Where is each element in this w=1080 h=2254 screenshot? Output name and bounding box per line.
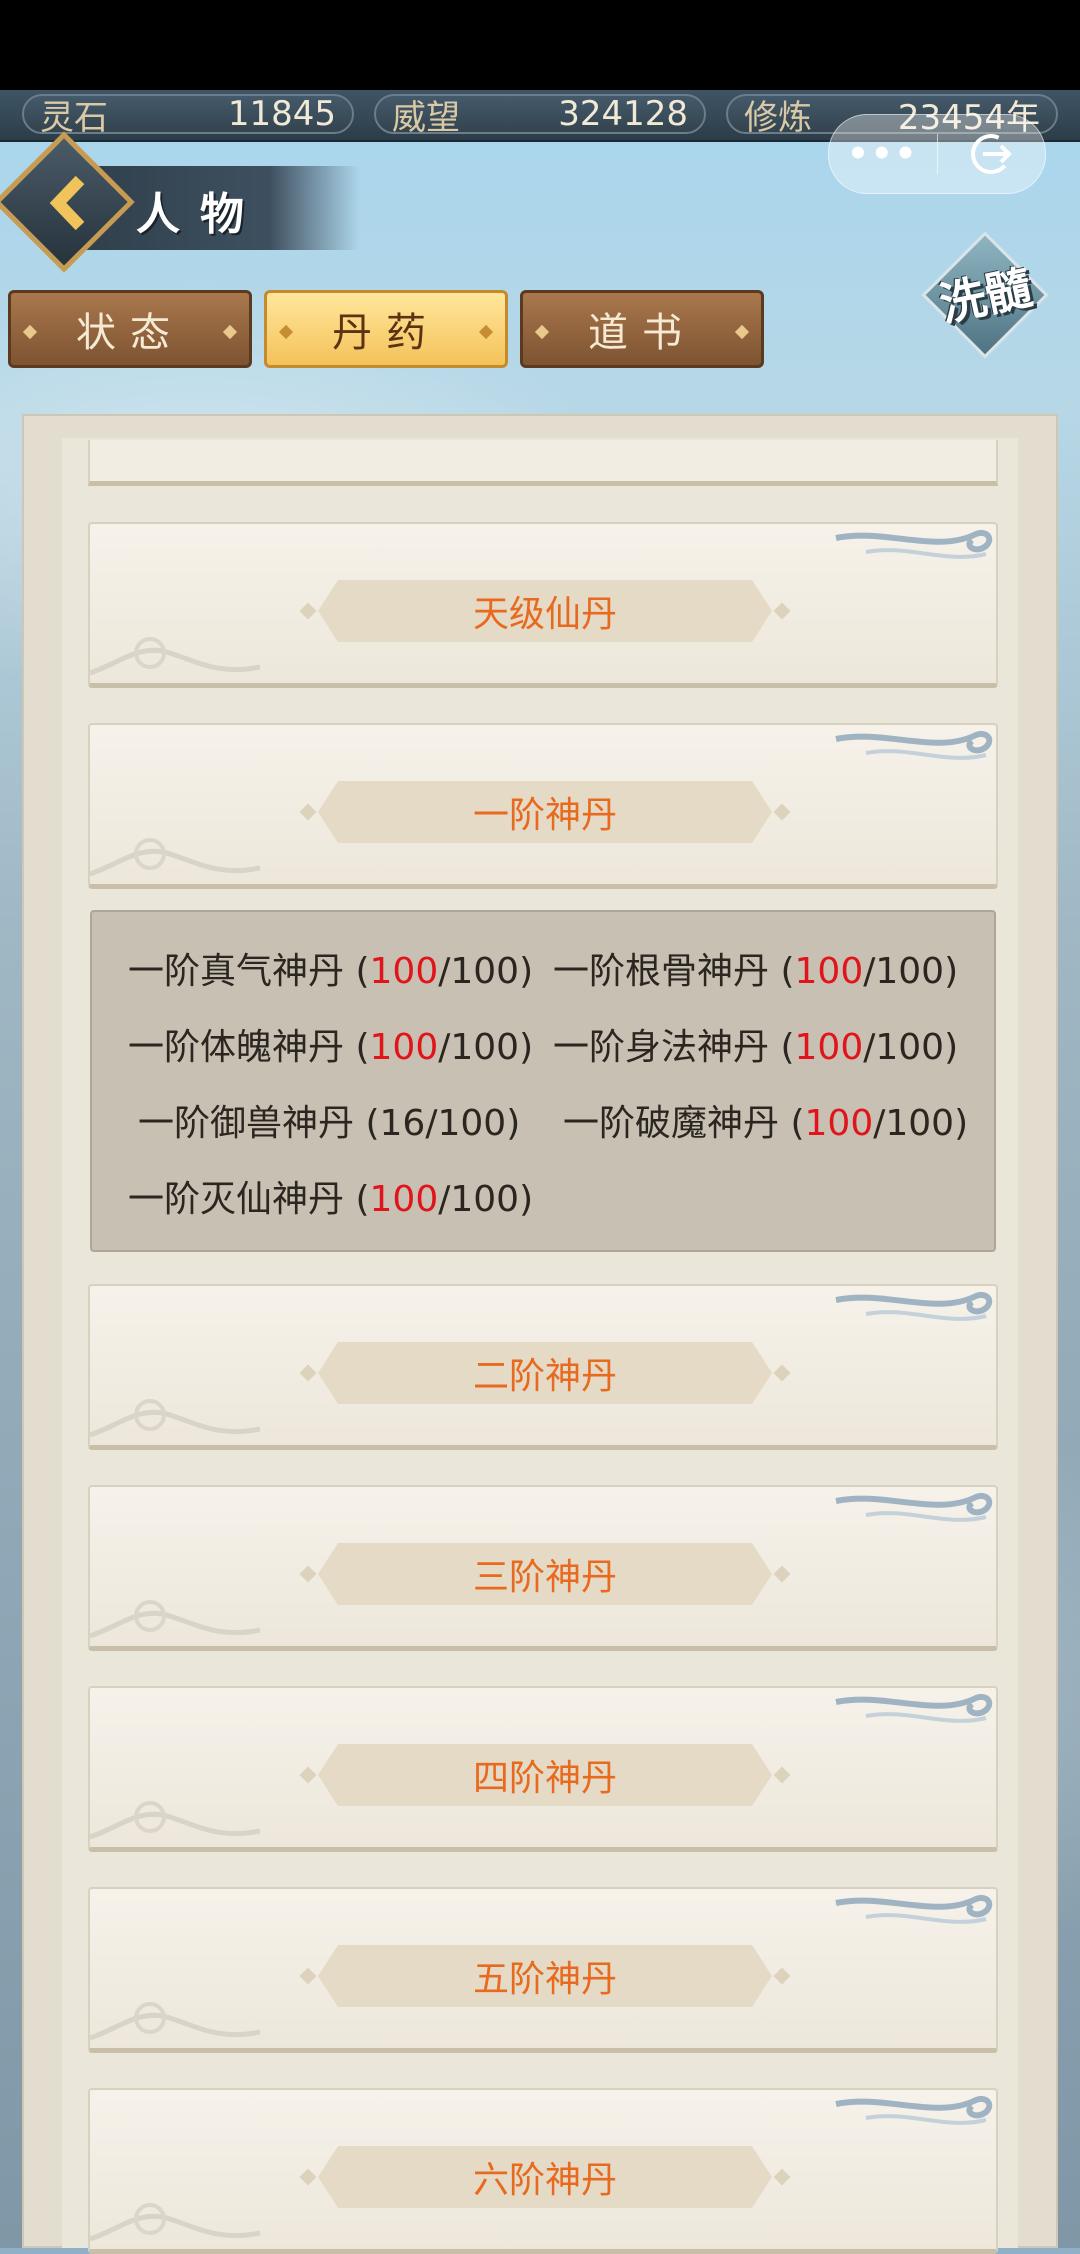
pill-item: 一阶根骨神丹 (100/100)	[553, 951, 959, 992]
banner-ornament	[299, 1364, 317, 1382]
miniprogram-capsule: •••	[828, 114, 1046, 194]
banner-ornament	[299, 2168, 317, 2186]
cloud-ornament-icon	[835, 1694, 993, 1723]
pill-row: 一阶灭仙神丹 (100/100)	[128, 1158, 972, 1234]
cloud-ornament-icon	[835, 2096, 993, 2125]
banner-ornament	[773, 1364, 791, 1382]
banner-ornament	[299, 1967, 317, 1985]
tab-books[interactable]: 道书	[520, 290, 764, 368]
category-label: 一阶神丹	[318, 781, 772, 843]
tab-label: 道书	[588, 310, 696, 356]
pill-item: 一阶破魔神丹 (100/100)	[563, 1103, 969, 1144]
exit-button[interactable]	[938, 130, 1046, 178]
banner-ornament	[773, 2168, 791, 2186]
pill-row: 一阶体魄神丹 (100/100) 一阶身法神丹 (100/100)	[128, 1006, 972, 1082]
cloud-ornament-icon	[835, 530, 993, 559]
cloud-ornament-icon	[835, 1292, 993, 1321]
pill-item: 一阶身法神丹 (100/100)	[553, 1027, 959, 1068]
banner-ornament	[773, 1565, 791, 1583]
tab-ornament	[734, 324, 750, 340]
cloud-ornament-icon	[90, 838, 260, 877]
pill-row: 一阶御兽神丹 (16/100) 一阶破魔神丹 (100/100)	[128, 1082, 972, 1158]
more-menu-button[interactable]: •••	[829, 134, 937, 174]
category-card-partial[interactable]	[88, 440, 998, 486]
cloud-ornament-icon	[90, 1399, 260, 1438]
resource-label: 修炼	[744, 97, 812, 138]
status-bar	[0, 0, 1080, 90]
tab-ornament	[478, 324, 494, 340]
category-card-tier6[interactable]: 六阶神丹	[88, 2088, 998, 2254]
pill-row: 一阶真气神丹 (100/100) 一阶根骨神丹 (100/100)	[128, 930, 972, 1006]
banner-ornament	[773, 1766, 791, 1784]
banner-ornament	[299, 1766, 317, 1784]
resource-lingshi: 灵石 11845	[22, 94, 354, 138]
xisui-button[interactable]: 洗髓	[920, 230, 1050, 360]
chevron-left-icon	[49, 175, 85, 231]
pill-detail-panel: 一阶真气神丹 (100/100) 一阶根骨神丹 (100/100) 一阶体魄神丹…	[90, 910, 996, 1252]
category-label: 二阶神丹	[318, 1342, 772, 1404]
banner-ornament	[299, 803, 317, 821]
banner-ornament	[299, 1565, 317, 1583]
banner-ornament	[773, 803, 791, 821]
pill-item: 一阶御兽神丹 (16/100)	[138, 1103, 521, 1144]
category-label: 三阶神丹	[318, 1543, 772, 1605]
banner-ornament	[773, 602, 791, 620]
category-label: 天级仙丹	[318, 580, 772, 642]
banner-ornament	[299, 602, 317, 620]
tab-ornament	[22, 324, 38, 340]
tab-ornament	[534, 324, 550, 340]
cloud-ornament-icon	[835, 1895, 993, 1924]
tab-label: 状态	[76, 310, 184, 356]
category-label: 四阶神丹	[318, 1744, 772, 1806]
page-title: 人物	[136, 189, 264, 240]
category-card-tier2[interactable]: 二阶神丹	[88, 1284, 998, 1450]
category-label: 五阶神丹	[318, 1945, 772, 2007]
exit-icon	[971, 134, 1013, 174]
pill-item: 一阶体魄神丹 (100/100)	[128, 1027, 534, 1068]
resource-value: 324128	[558, 94, 688, 134]
category-label: 六阶神丹	[318, 2146, 772, 2208]
tab-label: 丹药	[332, 310, 440, 356]
banner-ornament	[773, 1967, 791, 1985]
cloud-ornament-icon	[90, 2203, 260, 2242]
cloud-ornament-icon	[835, 731, 993, 760]
cloud-ornament-icon	[835, 1493, 993, 1522]
category-card-tier3[interactable]: 三阶神丹	[88, 1485, 998, 1651]
category-card-tier5[interactable]: 五阶神丹	[88, 1887, 998, 2053]
tab-pills[interactable]: 丹药	[264, 290, 508, 368]
more-icon: •••	[847, 134, 919, 174]
resource-value: 11845	[227, 94, 336, 134]
category-card-tier4[interactable]: 四阶神丹	[88, 1686, 998, 1852]
resource-label: 灵石	[40, 97, 108, 138]
cloud-ornament-icon	[90, 637, 260, 676]
tab-ornament	[222, 324, 238, 340]
pill-item: 一阶真气神丹 (100/100)	[128, 951, 534, 992]
pill-item: 一阶灭仙神丹 (100/100)	[128, 1179, 534, 1220]
cloud-ornament-icon	[90, 1801, 260, 1840]
resource-weiwang: 威望 324128	[374, 94, 706, 138]
resource-label: 威望	[392, 97, 460, 138]
cloud-ornament-icon	[90, 1600, 260, 1639]
xisui-label: 洗髓	[935, 259, 1037, 332]
tab-status[interactable]: 状态	[8, 290, 252, 368]
category-card-tianji[interactable]: 天级仙丹	[88, 522, 998, 688]
cloud-ornament-icon	[90, 2002, 260, 2041]
tab-ornament	[278, 324, 294, 340]
category-card-tier1[interactable]: 一阶神丹	[88, 723, 998, 889]
